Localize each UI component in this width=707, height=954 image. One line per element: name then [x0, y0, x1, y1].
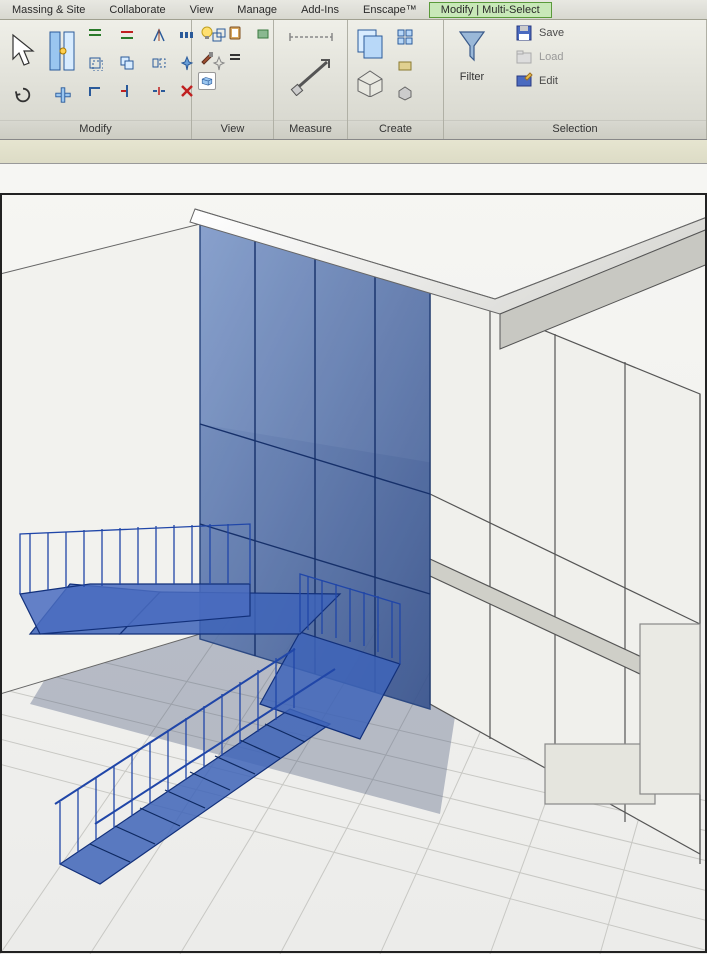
match-icon[interactable]	[226, 48, 244, 66]
modify-element-icon[interactable]	[46, 24, 80, 78]
scale-elem-icon[interactable]	[254, 24, 272, 42]
select-arrow-icon[interactable]	[6, 24, 40, 78]
menu-add-ins[interactable]: Add-Ins	[289, 2, 351, 18]
wall-join-icon[interactable]	[54, 86, 72, 104]
menubar: Massing & Site Collaborate View Manage A…	[0, 0, 707, 20]
panel-selection-label: Selection	[444, 120, 706, 139]
menu-collaborate[interactable]: Collaborate	[97, 2, 177, 18]
bulb-icon[interactable]	[198, 24, 216, 42]
section-box-icon[interactable]	[198, 72, 216, 90]
paste-icon[interactable]	[226, 24, 244, 42]
menu-view[interactable]: View	[178, 2, 226, 18]
menu-enscape[interactable]: Enscape™	[351, 2, 429, 18]
3d-viewport[interactable]	[0, 164, 707, 954]
panel-measure: Measure	[274, 20, 348, 139]
dim-aligned-icon[interactable]	[286, 28, 336, 46]
similar-icon[interactable]	[396, 56, 414, 74]
modify-tools-grid	[86, 24, 172, 104]
split-icon[interactable]	[150, 82, 168, 100]
ribbon: Modify View Measure	[0, 20, 707, 140]
filter-icon[interactable]	[454, 26, 490, 69]
selection-edit-label: Edit	[539, 75, 558, 87]
filter-label: Filter	[460, 71, 484, 83]
menu-modify-multi-select[interactable]: Modify | Multi-Select	[429, 2, 552, 18]
panel-create: Create	[348, 20, 444, 139]
panel-modify-label: Modify	[0, 120, 191, 139]
mirror-draw-icon[interactable]	[150, 54, 168, 72]
selection-load-button: Load	[515, 48, 564, 66]
panel-view: View	[192, 20, 274, 139]
create-parts-icon[interactable]	[354, 67, 386, 100]
copy-icon[interactable]	[118, 54, 136, 72]
panel-create-label: Create	[348, 120, 443, 139]
brush-icon[interactable]	[198, 48, 216, 66]
menu-massing-site[interactable]: Massing & Site	[0, 2, 97, 18]
assembly-small-icon[interactable]	[396, 84, 414, 102]
offset-icon[interactable]	[118, 26, 136, 44]
panel-measure-label: Measure	[274, 120, 347, 139]
diskette-icon	[515, 24, 533, 42]
mirror-axis-icon[interactable]	[150, 26, 168, 44]
pencil-icon	[515, 72, 533, 90]
assembly-icon[interactable]	[354, 24, 386, 63]
panel-view-label: View	[192, 120, 273, 139]
folder-icon	[515, 48, 533, 66]
panel-selection: Filter Save Load Edit Selection	[444, 20, 707, 139]
align-icon[interactable]	[86, 26, 104, 44]
trim-single-icon[interactable]	[118, 82, 136, 100]
dim-measure-icon[interactable]	[286, 56, 336, 96]
panel-modify: Modify	[0, 20, 192, 139]
selection-save-label: Save	[539, 27, 564, 39]
rotate-icon[interactable]	[14, 86, 32, 104]
move-icon[interactable]	[86, 54, 104, 72]
selection-edit-button[interactable]: Edit	[515, 72, 564, 90]
selection-load-label: Load	[539, 51, 563, 63]
selection-save-button[interactable]: Save	[515, 24, 564, 42]
group-icon[interactable]	[396, 28, 414, 46]
trim-corner-icon[interactable]	[86, 82, 104, 100]
options-bar	[0, 140, 707, 164]
menu-manage[interactable]: Manage	[225, 2, 289, 18]
